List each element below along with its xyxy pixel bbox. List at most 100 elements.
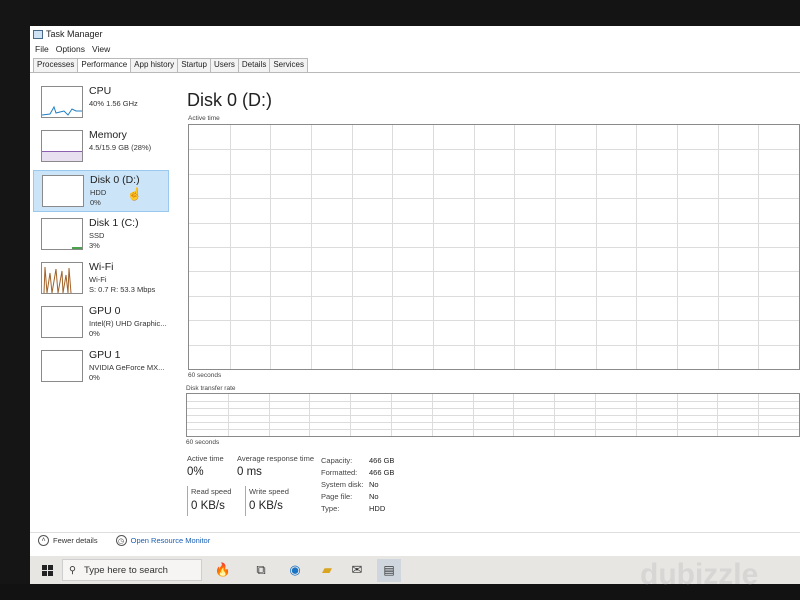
sidebar-item-sub: NVIDIA GeForce MX...	[89, 363, 165, 372]
gpu0-thumbnail-graph	[41, 306, 83, 338]
page-file-value: No	[369, 492, 379, 501]
transfer-rate-grid	[187, 394, 799, 436]
title-bar: Task Manager	[30, 26, 800, 42]
sidebar-item-sub2: 0%	[89, 329, 100, 338]
capacity-label: Capacity:	[321, 456, 353, 465]
footer-divider	[30, 532, 800, 533]
page-file-label: Page file:	[321, 492, 353, 501]
tab-app-history[interactable]: App history	[130, 58, 179, 72]
tab-divider	[30, 72, 800, 73]
sidebar-item-sub2: 0%	[89, 373, 100, 382]
memory-thumbnail-graph	[41, 130, 83, 162]
sidebar-item-title: Disk 1 (C:)	[89, 217, 139, 229]
sidebar-item-title: CPU	[89, 85, 112, 97]
footer: ˄ Fewer details ◷ Open Resource Monitor	[38, 535, 210, 546]
read-speed-label: Read speed	[191, 487, 232, 496]
file-explorer-icon[interactable]: ▰	[319, 562, 335, 578]
chevron-up-icon[interactable]: ˄	[38, 535, 49, 546]
sidebar-item-title: Disk 0 (D:)	[90, 174, 140, 186]
sidebar-item-cpu[interactable]: CPU 40% 1.56 GHz	[33, 82, 169, 124]
sidebar-item-sub: Intel(R) UHD Graphic...	[89, 319, 167, 328]
sidebar-item-sub: SSD	[89, 231, 105, 240]
tab-details[interactable]: Details	[237, 58, 271, 72]
sidebar-item-gpu0[interactable]: GPU 0 Intel(R) UHD Graphic... 0%	[33, 302, 169, 344]
write-speed-divider	[245, 486, 246, 516]
sidebar-item-sub: HDD	[90, 188, 107, 197]
tab-services[interactable]: Services	[269, 58, 309, 72]
performance-sidebar: CPU 40% 1.56 GHz Memory 4.5/15.9 GB (28%…	[33, 76, 171, 546]
menu-options[interactable]: Options	[56, 44, 85, 54]
active-time-duration-label: 60 seconds	[188, 372, 222, 379]
task-manager-icon	[33, 29, 43, 39]
tab-processes[interactable]: Processes	[33, 58, 79, 72]
sidebar-item-title: Memory	[89, 129, 127, 141]
system-disk-label: System disk:	[321, 480, 364, 489]
cortana-doodle-icon[interactable]: 🔥	[208, 562, 238, 578]
sidebar-item-sub2: 3%	[89, 241, 100, 250]
gpu1-thumbnail-graph	[41, 350, 83, 382]
sidebar-item-sub2: 0%	[90, 198, 101, 207]
mail-icon[interactable]: ✉	[349, 562, 365, 578]
cpu-thumbnail-graph	[41, 86, 83, 118]
menu-view[interactable]: View	[92, 44, 110, 54]
transfer-rate-duration-label: 60 seconds	[186, 439, 220, 446]
active-time-stat-label: Active time	[187, 454, 224, 463]
tab-performance[interactable]: Performance	[77, 58, 132, 73]
window-title: Task Manager	[46, 29, 103, 39]
sidebar-item-sub: Wi-Fi	[89, 275, 107, 284]
page-title: Disk 0 (D:)	[187, 90, 272, 110]
tab-strip: Processes Performance App history Startu…	[33, 58, 309, 73]
system-disk-value: No	[369, 480, 379, 489]
avg-response-stat-label: Average response time	[237, 454, 314, 463]
menu-file[interactable]: File	[35, 44, 49, 54]
sidebar-item-disk0[interactable]: Disk 0 (D:) HDD 0% ☝	[33, 170, 169, 212]
active-time-graph	[188, 124, 800, 370]
sidebar-item-wifi[interactable]: Wi-Fi Wi-Fi S: 0.7 R: 53.3 Mbps	[33, 258, 169, 300]
avg-response-stat-value: 0 ms	[237, 466, 262, 478]
sidebar-item-disk1[interactable]: Disk 1 (C:) SSD 3%	[33, 214, 169, 256]
disk1-thumbnail-graph	[41, 218, 83, 250]
sidebar-item-sub: 4.5/15.9 GB (28%)	[89, 143, 152, 152]
transfer-rate-graph	[186, 393, 800, 437]
edge-browser-icon[interactable]: ◉	[287, 562, 303, 578]
sidebar-item-gpu1[interactable]: GPU 1 NVIDIA GeForce MX... 0%	[33, 346, 169, 388]
taskbar-search-box[interactable]: ⚲ Type here to search	[62, 559, 202, 581]
hand-cursor-icon: ☝	[127, 187, 142, 201]
formatted-label: Formatted:	[321, 468, 358, 477]
search-icon: ⚲	[69, 564, 76, 576]
fewer-details-link[interactable]: Fewer details	[53, 536, 98, 545]
menu-bar: File Options View	[30, 42, 800, 56]
task-manager-taskbar-icon: ▤	[383, 563, 395, 577]
open-resource-monitor-link[interactable]: Open Resource Monitor	[131, 536, 211, 545]
sidebar-item-title: Wi-Fi	[89, 261, 114, 273]
write-speed-value: 0 KB/s	[249, 500, 283, 512]
tab-startup[interactable]: Startup	[177, 58, 211, 72]
task-manager-taskbar-button[interactable]: ▤	[377, 559, 401, 582]
disk0-thumbnail-graph	[42, 175, 84, 207]
active-time-graph-label: Active time	[188, 115, 220, 122]
windows-start-icon[interactable]	[42, 565, 54, 577]
sidebar-item-sub: 40% 1.56 GHz	[89, 99, 138, 108]
capacity-value: 466 GB	[369, 456, 395, 465]
resource-monitor-icon: ◷	[115, 535, 127, 546]
wifi-thumbnail-graph	[41, 262, 83, 294]
tab-users[interactable]: Users	[209, 58, 239, 72]
sidebar-item-sub2: S: 0.7 R: 53.3 Mbps	[89, 285, 156, 294]
transfer-rate-graph-label: Disk transfer rate	[186, 385, 236, 392]
bezel-top	[0, 0, 800, 26]
type-value: HDD	[369, 504, 386, 513]
read-speed-value: 0 KB/s	[191, 500, 225, 512]
dubizzle-watermark: dubizzle	[640, 558, 759, 591]
type-label: Type:	[321, 504, 340, 513]
task-view-icon[interactable]: ⧉	[253, 562, 269, 578]
search-placeholder: Type here to search	[83, 564, 168, 576]
sidebar-item-title: GPU 0	[89, 305, 121, 317]
sidebar-item-title: GPU 1	[89, 349, 121, 361]
write-speed-label: Write speed	[249, 487, 289, 496]
bezel-left	[0, 0, 30, 600]
active-time-grid	[189, 125, 799, 369]
active-time-stat-value: 0%	[187, 466, 204, 478]
sidebar-item-memory[interactable]: Memory 4.5/15.9 GB (28%)	[33, 126, 169, 168]
read-speed-divider	[187, 486, 188, 516]
formatted-value: 466 GB	[369, 468, 395, 477]
